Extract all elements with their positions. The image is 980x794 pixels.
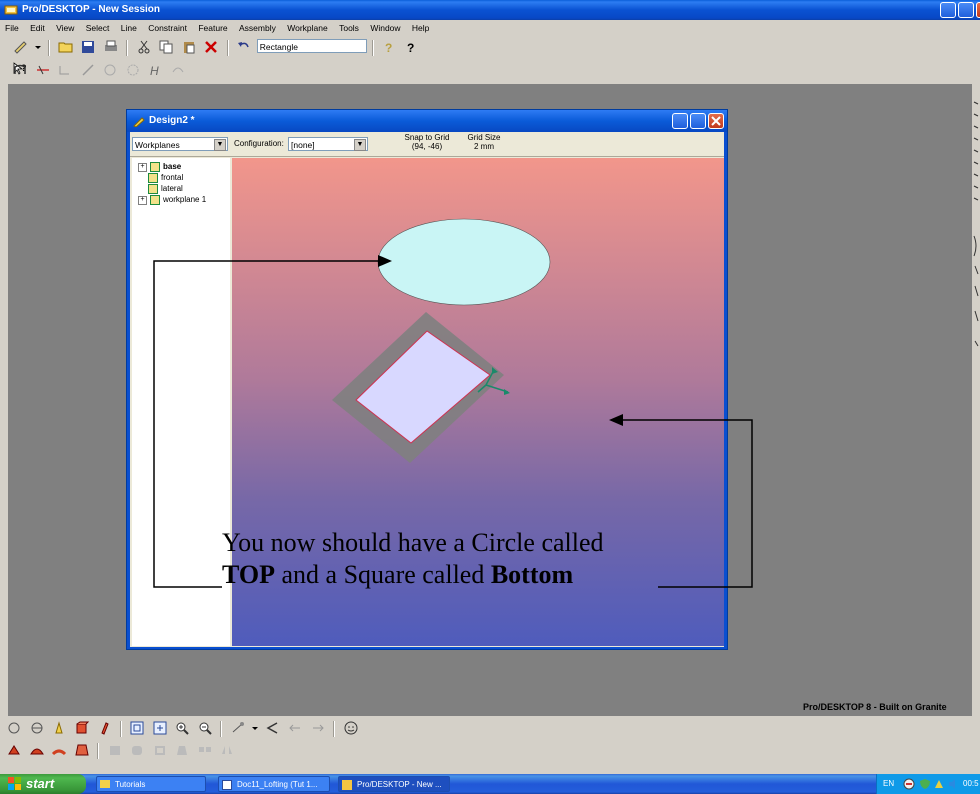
forward-arrow-icon[interactable] (310, 720, 326, 736)
zoom-in-icon[interactable] (174, 720, 190, 736)
previous-view-icon[interactable] (265, 720, 281, 736)
revolve-icon[interactable] (29, 742, 45, 758)
sweep-icon[interactable] (51, 742, 67, 758)
back-arrow-icon[interactable] (287, 720, 303, 736)
task-label: Tutorials (115, 780, 146, 789)
task-label: Pro/DESKTOP - New ... (357, 780, 442, 789)
clock[interactable]: 00:5 (963, 774, 979, 794)
caption-line-2: TOP and a Square called Bottom (222, 560, 604, 590)
feature-toolbar (4, 740, 244, 762)
task-button-pro-desktop[interactable]: Pro/DESKTOP - New ... (338, 776, 450, 792)
sketch-view-icon[interactable] (6, 720, 22, 736)
view-dropdown-icon[interactable] (252, 720, 259, 736)
start-button[interactable]: start (0, 774, 86, 794)
folder-icon (100, 780, 110, 788)
caption-bottom-word: Bottom (490, 560, 574, 589)
pen-color-icon[interactable] (96, 720, 112, 736)
start-label: start (26, 776, 55, 791)
system-tray: EN 00:5 (876, 774, 980, 794)
pattern-icon[interactable] (197, 742, 213, 758)
chamfer-icon[interactable] (107, 742, 123, 758)
annotation-caption: You now should have a Circle called TOP … (222, 528, 604, 590)
antivirus-icon[interactable] (933, 778, 945, 790)
smiley-icon[interactable] (343, 720, 359, 736)
task-label: Doc11_Lofting (Tut 1... (237, 780, 318, 789)
document-icon (222, 780, 232, 790)
caption-middle: and a Square called (274, 560, 491, 589)
toolbar-separator (333, 721, 336, 737)
caption-line-1: You now should have a Circle called (222, 528, 604, 557)
extrude-icon[interactable] (6, 742, 22, 758)
network-icon[interactable] (903, 778, 915, 790)
rotate-view-icon[interactable] (230, 720, 246, 736)
task-button-tutorials[interactable]: Tutorials (96, 776, 206, 792)
branding-label: Pro/DESKTOP 8 - Built on Granite (803, 702, 947, 712)
fillet-icon[interactable] (129, 742, 145, 758)
caption-top-word: TOP (222, 560, 275, 589)
toolbar-separator (220, 721, 223, 737)
shaded-icon[interactable] (51, 720, 67, 736)
view-toolbar (4, 718, 424, 740)
toolbar-separator (97, 743, 100, 759)
mirror-icon[interactable] (219, 742, 235, 758)
draft-icon[interactable] (174, 742, 190, 758)
task-button-word-doc[interactable]: Doc11_Lofting (Tut 1... (218, 776, 330, 792)
pro-desktop-icon (342, 780, 352, 790)
windows-taskbar: start Tutorials Doc11_Lofting (Tut 1... … (0, 774, 980, 794)
language-indicator[interactable]: EN (883, 774, 894, 794)
zoom-extents-icon[interactable] (129, 720, 145, 736)
toolbar-separator (119, 721, 122, 737)
shield-icon[interactable] (919, 778, 931, 790)
loft-icon[interactable] (74, 742, 90, 758)
bottom-toolbars (0, 716, 980, 764)
zoom-out-icon[interactable] (197, 720, 213, 736)
shell-icon[interactable] (152, 742, 168, 758)
zoom-window-icon[interactable] (152, 720, 168, 736)
annotation-arrows (153, 255, 753, 588)
solid-icon[interactable] (74, 720, 90, 736)
speaker-icon[interactable] (947, 778, 959, 790)
windows-logo-icon (8, 777, 21, 790)
wireframe-icon[interactable] (29, 720, 45, 736)
